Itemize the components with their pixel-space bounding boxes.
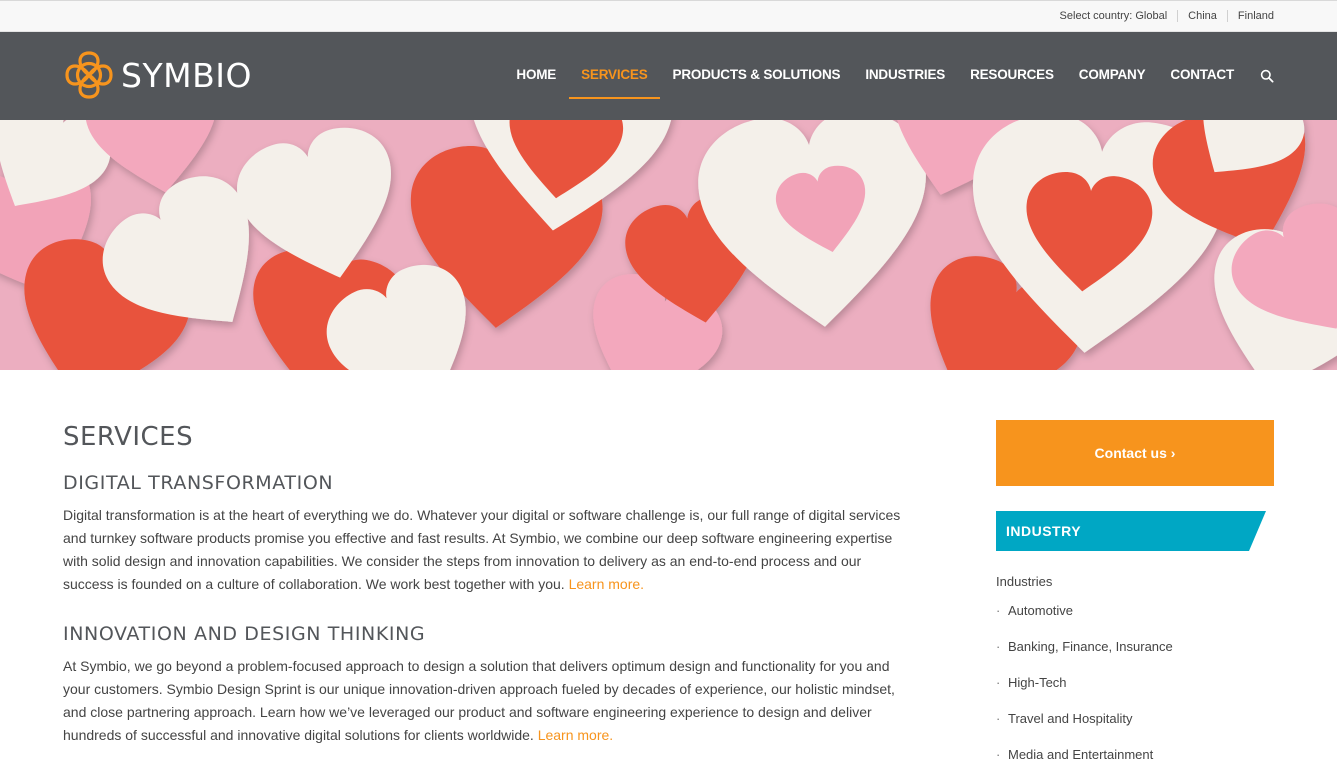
divider	[1226, 10, 1228, 22]
nav-company[interactable]: COMPANY	[1079, 32, 1146, 120]
sidebar: Contact us › INDUSTRY Industries · Automo…	[996, 420, 1274, 769]
hero-banner	[0, 120, 1337, 370]
symbio-knot-icon	[65, 51, 113, 99]
industry-header: INDUSTRY	[996, 511, 1274, 551]
logo-wordmark: SYMBIO	[121, 55, 252, 95]
list-item[interactable]: · High-Tech	[996, 673, 1274, 709]
industry-label: INDUSTRY	[1006, 523, 1082, 539]
industry-link[interactable]: Banking, Finance, Insurance	[1008, 639, 1173, 654]
hearts-photo	[0, 120, 1337, 370]
page-title: SERVICES	[63, 422, 194, 452]
bullet: ·	[996, 639, 1001, 654]
section-heading-innovation-design: INNOVATION AND DESIGN THINKING	[63, 623, 426, 645]
bullet: ·	[996, 711, 1001, 726]
country-link-finland[interactable]: Finland	[1238, 10, 1274, 22]
nav-home[interactable]: HOME	[516, 32, 556, 120]
bullet: ·	[996, 675, 1001, 690]
country-selector: Select country: Global China Finland	[1060, 10, 1274, 22]
section-heading-digital-transformation: DIGITAL TRANSFORMATION	[63, 472, 334, 494]
industry-list: · Automotive · Banking, Finance, Insurance…	[996, 601, 1274, 769]
list-item[interactable]: · Travel and Hospitality	[996, 709, 1274, 745]
nav-products-solutions[interactable]: PRODUCTS & SOLUTIONS	[673, 32, 841, 120]
learn-more-link[interactable]: Learn more.	[569, 576, 644, 592]
symbio-logo[interactable]: SYMBIO	[63, 49, 252, 101]
nav-contact[interactable]: CONTACT	[1170, 32, 1234, 120]
main-nav: HOME SERVICES PRODUCTS & SOLUTIONS INDUS…	[491, 32, 1274, 120]
nav-industries[interactable]: INDUSTRIES	[865, 32, 945, 120]
site-header: SYMBIO HOME SERVICES PRODUCTS & SOLUTION…	[0, 32, 1337, 120]
section-body-digital-transformation: Digital transformation is at the heart o…	[63, 504, 903, 596]
nav-resources[interactable]: RESOURCES	[970, 32, 1054, 120]
list-item[interactable]: · Media and Entertainment	[996, 745, 1274, 769]
main-content: SERVICES DIGITAL TRANSFORMATION Digital …	[63, 420, 913, 747]
industry-link[interactable]: Media and Entertainment	[1008, 747, 1153, 762]
contact-us-button[interactable]: Contact us ›	[996, 420, 1274, 486]
body-text: At Symbio, we go beyond a problem-focuse…	[63, 658, 895, 743]
bullet: ·	[996, 603, 1001, 618]
industry-link[interactable]: Automotive	[1008, 603, 1073, 618]
bullet: ·	[996, 747, 1001, 762]
industry-link[interactable]: Travel and Hospitality	[1008, 711, 1133, 726]
search-icon[interactable]	[1260, 69, 1274, 83]
body-text: Digital transformation is at the heart o…	[63, 507, 901, 592]
country-link-china[interactable]: China	[1188, 10, 1217, 22]
divider	[1177, 10, 1179, 22]
section-body-innovation-design: At Symbio, we go beyond a problem-focuse…	[63, 655, 903, 747]
country-link-global[interactable]: Select country: Global	[1060, 10, 1168, 22]
top-utility-bar: Select country: Global China Finland	[0, 0, 1337, 32]
industries-title[interactable]: Industries	[996, 574, 1274, 589]
learn-more-link[interactable]: Learn more.	[538, 727, 613, 743]
list-item[interactable]: · Banking, Finance, Insurance	[996, 637, 1274, 673]
industry-link[interactable]: High-Tech	[1008, 675, 1067, 690]
list-item[interactable]: · Automotive	[996, 601, 1274, 637]
nav-services[interactable]: SERVICES	[569, 32, 661, 120]
